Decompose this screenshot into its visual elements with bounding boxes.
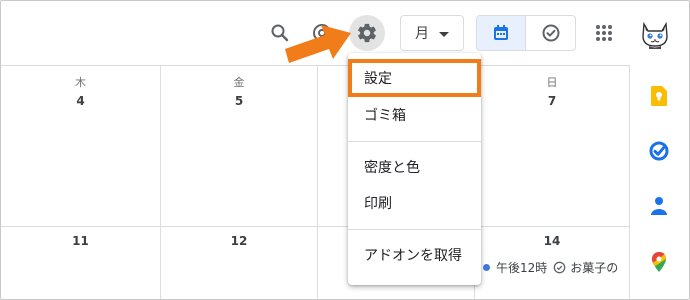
check-circle-icon (542, 24, 559, 42)
menu-item-print[interactable]: 印刷 (348, 185, 481, 221)
day-number[interactable]: 11 (1, 234, 160, 248)
day-column-friday: 金 5 12 (161, 66, 318, 299)
menu-divider (348, 141, 481, 142)
apps-button[interactable] (586, 15, 622, 51)
view-select-value: 月 (415, 26, 429, 42)
calendar-window: 月 木 4 11 金 5 12 日 7 14 午後12時 お菓子の 設定 ゴミ箱… (0, 0, 690, 300)
maps-button[interactable] (648, 251, 670, 273)
avatar[interactable] (638, 16, 672, 50)
maps-icon (652, 251, 667, 272)
calendar-icon (494, 25, 508, 40)
menu-divider (348, 229, 481, 230)
tasks-toggle-button[interactable] (526, 16, 575, 50)
menu-item-settings[interactable]: 設定 (348, 59, 481, 97)
week-divider (1, 226, 629, 227)
menu-item-label: 印刷 (364, 196, 392, 212)
keep-icon (651, 86, 667, 106)
event-dot (483, 263, 490, 271)
view-toggle (476, 15, 576, 51)
event-time: 午後12時 (496, 260, 548, 275)
gear-icon (358, 23, 376, 43)
event-title: お菓子の (570, 260, 619, 275)
top-bar: 月 (1, 1, 689, 65)
day-number[interactable]: 12 (161, 234, 317, 248)
side-panel (629, 65, 689, 299)
cat-avatar-icon (642, 21, 668, 49)
settings-menu: 設定 ゴミ箱 密度と色 印刷 アドオンを取得 (348, 53, 481, 285)
menu-item-label: 設定 (364, 71, 392, 87)
tasks-icon (649, 141, 669, 161)
menu-item-get-addons[interactable]: アドオンを取得 (348, 237, 481, 273)
day-of-week: 木 (75, 76, 86, 89)
tasks-button[interactable] (648, 140, 670, 162)
menu-item-density-color[interactable]: 密度と色 (348, 149, 481, 185)
contacts-icon (651, 197, 667, 215)
day-number[interactable]: 7 (475, 94, 629, 108)
contacts-button[interactable] (648, 195, 670, 217)
apps-grid-icon (596, 25, 612, 41)
chevron-down-icon (439, 32, 449, 37)
view-select[interactable]: 月 (400, 15, 464, 51)
annotation-arrow-icon (285, 25, 351, 63)
event-chip[interactable]: 午後12時 お菓子の (481, 259, 629, 275)
calendar-toggle-button[interactable] (477, 16, 527, 50)
day-of-week: 金 (233, 76, 245, 89)
keep-button[interactable] (648, 85, 670, 107)
day-number[interactable]: 4 (1, 94, 160, 108)
day-number[interactable]: 14 (475, 234, 629, 248)
day-number[interactable]: 5 (161, 94, 317, 108)
menu-item-trash[interactable]: ゴミ箱 (348, 97, 481, 133)
day-column-thursday: 木 4 11 (1, 66, 161, 299)
day-of-week: 日 (546, 76, 558, 89)
menu-item-label: ゴミ箱 (364, 108, 406, 124)
menu-item-label: 密度と色 (364, 160, 420, 176)
menu-item-label: アドオンを取得 (364, 248, 462, 264)
task-check-icon (553, 261, 566, 273)
